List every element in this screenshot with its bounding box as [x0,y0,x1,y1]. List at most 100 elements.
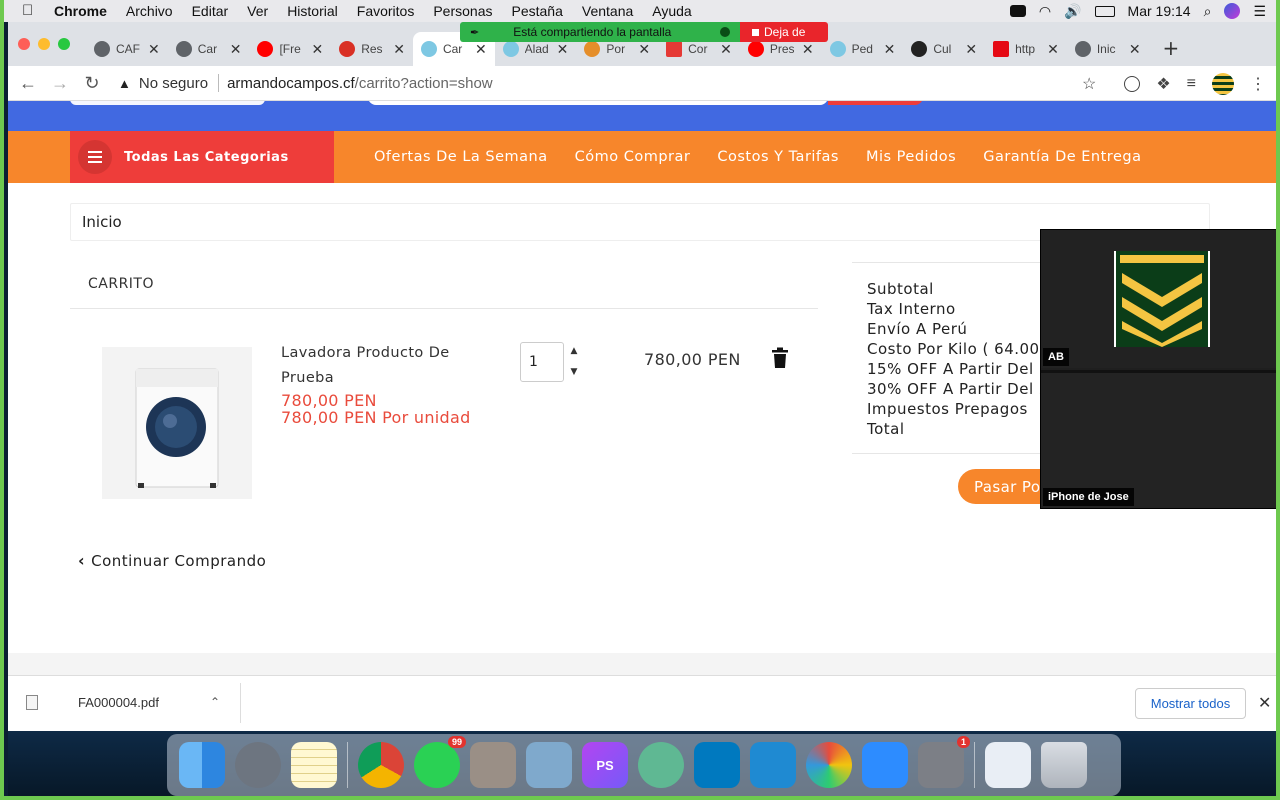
browser-tab[interactable]: Ped ✕ [822,32,904,66]
site-search-button[interactable] [828,101,923,105]
chrome-menu-icon[interactable]: ⋮ [1250,74,1266,94]
apple-icon[interactable]:  [22,3,38,19]
url-host[interactable]: armandocampos.cf [227,75,355,92]
browser-tab[interactable]: Res ✕ [331,32,413,66]
participant-tile[interactable]: iPhone de Jose [1041,370,1276,508]
zoom-status-icon[interactable] [1009,5,1026,17]
atom-icon[interactable] [638,742,684,788]
battery-icon[interactable] [1094,5,1115,17]
security-label[interactable]: No seguro [139,75,208,92]
nav-ofertas[interactable]: Ofertas De La Semana [374,149,548,165]
forward-button[interactable]: → [44,73,76,94]
close-tab-icon[interactable]: ✕ [1129,41,1141,58]
nav-garantia[interactable]: Garantía De Entrega [983,149,1141,165]
menu-ayuda[interactable]: Ayuda [652,3,691,19]
app-window-icon[interactable] [985,742,1031,788]
colorsync-icon[interactable] [806,742,852,788]
product-image[interactable] [102,347,252,499]
clock[interactable]: Mar 19:14 [1128,3,1191,19]
close-tab-icon[interactable]: ✕ [230,41,242,58]
close-tab-icon[interactable]: ✕ [393,41,405,58]
notes-icon[interactable] [291,742,337,788]
breadcrumb-home-link[interactable]: Inicio [82,213,122,231]
menu-ver[interactable]: Ver [247,3,268,19]
extensions-puzzle-icon[interactable]: ❖ [1156,74,1170,94]
address-bar[interactable]: ▲ No seguro armandocampos.cf /carrito?ac… [118,74,493,92]
calculator-icon[interactable] [470,742,516,788]
close-tab-icon[interactable]: ✕ [720,41,732,58]
quantity-increment-icon[interactable]: ▲ [564,342,584,360]
wifi-icon[interactable]: ◠ [1039,3,1051,20]
close-tab-icon[interactable]: ✕ [557,41,569,58]
quantity-decrement-icon[interactable]: ▼ [564,363,584,381]
menu-personas[interactable]: Personas [433,3,492,19]
nav-como-comprar[interactable]: Cómo Comprar [575,149,691,165]
close-tab-icon[interactable]: ✕ [802,41,814,58]
menu-ventana[interactable]: Ventana [582,3,633,19]
browser-tab[interactable]: http ✕ [985,32,1067,66]
spotlight-search-icon[interactable]: ⌕ [1204,3,1212,20]
extension-circle-icon[interactable] [1124,76,1141,92]
close-tab-icon[interactable]: ✕ [1047,41,1059,58]
browser-tab[interactable]: Cul ✕ [903,32,985,66]
reload-button[interactable]: ↻ [76,73,108,94]
menu-favoritos[interactable]: Favoritos [357,3,415,19]
profile-avatar-icon[interactable] [1212,73,1234,95]
menu-historial[interactable]: Historial [287,3,338,19]
chrome-icon[interactable] [358,742,404,788]
participant-tile[interactable]: AB [1041,230,1276,368]
warning-triangle-icon[interactable]: ▲ [118,76,131,91]
close-tab-icon[interactable]: ✕ [884,41,896,58]
nav-costos[interactable]: Costos Y Tarifas [717,149,839,165]
tab-title: http [1015,42,1036,56]
menu-editar[interactable]: Editar [192,3,229,19]
close-window-button[interactable] [18,38,30,50]
zoom-icon[interactable] [862,742,908,788]
menu-pestana[interactable]: Pestaña [512,3,563,19]
preview-icon[interactable] [526,742,572,788]
menu-archivo[interactable]: Archivo [126,3,173,19]
siri-icon[interactable] [1224,3,1241,19]
trello-icon[interactable] [694,742,740,788]
site-logo[interactable] [70,101,265,105]
close-tab-icon[interactable]: ✕ [965,41,977,58]
vscode-icon[interactable] [750,742,796,788]
browser-tab[interactable]: [Fre ✕ [249,32,331,66]
close-tab-icon[interactable]: ✕ [638,41,650,58]
close-icon[interactable]: ✕ [1258,693,1271,713]
product-name-link[interactable]: Lavadora Producto De Prueba [281,341,481,391]
launchpad-icon[interactable] [235,742,281,788]
bookmark-star-icon[interactable]: ☆ [1082,74,1096,94]
volume-icon[interactable]: 🔊 [1064,3,1081,20]
show-all-downloads-button[interactable]: Mostrar todos [1135,688,1246,719]
all-categories-button[interactable]: Todas Las Categorias [70,131,334,183]
nav-mis-pedidos[interactable]: Mis Pedidos [866,149,956,165]
url-path[interactable]: /carrito?action=show [355,75,493,92]
download-item[interactable]: FA000004.pdf [26,695,159,710]
browser-tab[interactable]: Inic ✕ [1067,32,1149,66]
quantity-input[interactable]: 1 [520,342,564,382]
stop-sharing-button[interactable]: Deja de [740,22,828,42]
browser-tab[interactable]: Car ✕ [168,32,250,66]
chevron-up-icon[interactable]: ⌃ [210,695,220,709]
menu-app-name[interactable]: Chrome [54,3,107,19]
minimize-window-button[interactable] [38,38,50,50]
close-tab-icon[interactable]: ✕ [475,41,487,58]
system-preferences-icon[interactable]: 1 [918,736,970,788]
browser-tab[interactable]: CAF ✕ [86,32,168,66]
media-control-icon[interactable]: ≡ [1187,75,1196,93]
phpstorm-icon[interactable]: PS [582,742,628,788]
finder-icon[interactable] [179,742,225,788]
zoom-video-panel[interactable]: AB iPhone de Jose [1040,229,1276,509]
site-search-input[interactable] [368,101,828,105]
trash-icon[interactable] [1041,742,1087,788]
whatsapp-icon[interactable]: 99 [414,736,466,788]
close-tab-icon[interactable]: ✕ [311,41,323,58]
continue-shopping-link[interactable]: ‹ Continuar Comprando [78,551,266,570]
back-button[interactable]: ← [12,73,44,94]
trash-icon[interactable] [771,347,789,369]
new-tab-button[interactable]: + [1163,36,1180,60]
maximize-window-button[interactable] [58,38,70,50]
close-tab-icon[interactable]: ✕ [148,41,160,58]
notification-center-icon[interactable]: ☰ [1253,3,1266,20]
